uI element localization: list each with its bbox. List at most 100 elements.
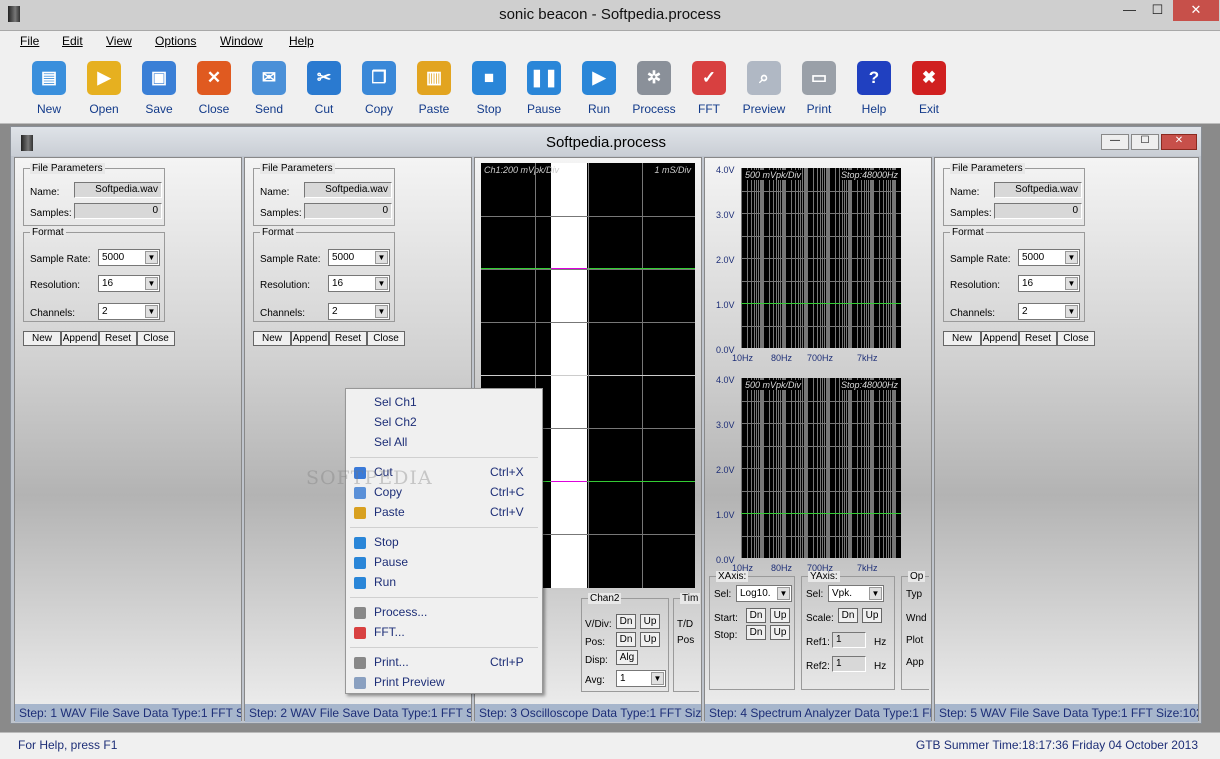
cut-button[interactable]: ✂ Cut (298, 57, 350, 123)
start-up-button[interactable]: Up (770, 608, 790, 623)
process-button[interactable]: ✲ Process (628, 57, 680, 123)
samples-field[interactable]: 0 (74, 203, 162, 219)
stop-button[interactable]: ■ Stop (463, 57, 515, 123)
mdi-minimize-button[interactable]: — (1101, 134, 1129, 150)
help-button[interactable]: ? Help (848, 57, 900, 123)
pos-up-button[interactable]: Up (640, 632, 660, 647)
close-file-button[interactable]: Close (367, 331, 405, 346)
mdi-close-button[interactable]: ✕ (1161, 134, 1197, 150)
menu-window[interactable]: Window (220, 34, 263, 48)
menu-view[interactable]: View (106, 34, 132, 48)
stop-dn-button[interactable]: Dn (746, 625, 766, 640)
exit-button[interactable]: ✖ Exit (903, 57, 955, 123)
ctx-item-process[interactable]: Process... (374, 605, 427, 619)
sample-rate-select[interactable]: 5000 ▼ (328, 249, 390, 266)
close-file-button[interactable]: Close (137, 331, 175, 346)
format-group: Format Sample Rate: 5000 ▼ Resolution: 16 ▼ Cha… (943, 227, 1085, 322)
pause-icon: ❚❚ (527, 61, 561, 95)
close-icon: ✕ (197, 61, 231, 95)
copy-button[interactable]: ❐ Copy (353, 57, 405, 123)
name-field[interactable]: Softpedia.wav (304, 182, 392, 198)
spectrum-plot-2[interactable]: 500 mVpk/Div Stop:48000Hz (741, 378, 901, 558)
append-file-button[interactable]: Append (981, 331, 1019, 346)
menu-edit[interactable]: Edit (62, 34, 83, 48)
channels-select[interactable]: 2 ▼ (98, 303, 160, 320)
spectrum-plot-1[interactable]: 500 mVpk/Div Stop:48000Hz (741, 168, 901, 348)
ref1-field[interactable]: 1 (832, 632, 866, 648)
reset-file-button[interactable]: Reset (99, 331, 137, 346)
ctx-item-print-preview[interactable]: Print Preview (374, 675, 445, 689)
window-label: Wnd (906, 613, 927, 624)
close-button[interactable]: ✕ Close (188, 57, 240, 123)
samples-field[interactable]: 0 (304, 203, 392, 219)
ctx-item-fft[interactable]: FFT... (374, 625, 405, 639)
open-button[interactable]: ▶ Open (78, 57, 130, 123)
save-button[interactable]: ▣ Save (133, 57, 185, 123)
resolution-select[interactable]: 16 ▼ (1018, 275, 1080, 292)
x-tick-label: 700Hz (807, 353, 834, 363)
vdiv-up-button[interactable]: Up (640, 614, 660, 629)
scale-dn-button[interactable]: Dn (838, 608, 858, 623)
append-file-button[interactable]: Append (291, 331, 329, 346)
new-file-button[interactable]: New (253, 331, 291, 346)
avg-select[interactable]: 1 ▼ (616, 670, 666, 687)
name-field[interactable]: Softpedia.wav (994, 182, 1082, 198)
print-button[interactable]: ▭ Print (793, 57, 845, 123)
run-button[interactable]: ▶ Run (573, 57, 625, 123)
preview-button[interactable]: ⌕ Preview (738, 57, 790, 123)
vdiv-dn-button[interactable]: Dn (616, 614, 636, 629)
sample-rate-select[interactable]: 5000 ▼ (98, 249, 160, 266)
menu-help[interactable]: Help (289, 34, 314, 48)
close-window-button[interactable]: ✕ (1173, 0, 1219, 21)
send-button[interactable]: ✉ Send (243, 57, 295, 123)
resolution-select[interactable]: 16 ▼ (98, 275, 160, 292)
ctx-item-stop[interactable]: Stop (374, 535, 399, 549)
ctx-shortcut: Ctrl+C (490, 485, 525, 499)
scale-up-button[interactable]: Up (862, 608, 882, 623)
ctx-item-pause[interactable]: Pause (374, 555, 408, 569)
ctx-item-sel-ch2[interactable]: Sel Ch2 (374, 415, 417, 429)
new-button[interactable]: ▤ New (23, 57, 75, 123)
stop-up-button[interactable]: Up (770, 625, 790, 640)
append-file-button[interactable]: Append (61, 331, 99, 346)
close-file-button[interactable]: Close (1057, 331, 1095, 346)
samples-field[interactable]: 0 (994, 203, 1082, 219)
xaxis-select[interactable]: Log10. ▼ (736, 585, 792, 602)
new-file-button[interactable]: New (943, 331, 981, 346)
channels-select[interactable]: 2 ▼ (1018, 303, 1080, 320)
resolution-select[interactable]: 16 ▼ (328, 275, 390, 292)
step-status: Step: 5 WAV File Save Data Type:1 FFT Si… (935, 704, 1198, 722)
ref2-field[interactable]: 1 (832, 656, 866, 672)
menu-options[interactable]: Options (155, 34, 196, 48)
ctx-item-run[interactable]: Run (374, 575, 396, 589)
name-field[interactable]: Softpedia.wav (74, 182, 162, 198)
sample-rate-label: Sample Rate: (30, 254, 91, 265)
reset-file-button[interactable]: Reset (329, 331, 367, 346)
sample-rate-select[interactable]: 5000 ▼ (1018, 249, 1080, 266)
ctx-item-print[interactable]: Print... (374, 655, 409, 669)
format-label: Format (30, 227, 66, 238)
start-dn-button[interactable]: Dn (746, 608, 766, 623)
yaxis-select[interactable]: Vpk. ▼ (828, 585, 884, 602)
maximize-button[interactable]: ☐ (1144, 0, 1171, 21)
reset-file-button[interactable]: Reset (1019, 331, 1057, 346)
new-file-button[interactable]: New (23, 331, 61, 346)
ctx-shortcut: Ctrl+V (490, 505, 524, 519)
ctx-item-sel-all[interactable]: Sel All (374, 435, 407, 449)
format-label: Format (260, 227, 296, 238)
ref1-unit: Hz (874, 637, 887, 648)
mdi-maximize-button[interactable]: ☐ (1131, 134, 1159, 150)
disp-alg-button[interactable]: Alg (616, 650, 638, 665)
fft-button[interactable]: ✓ FFT (683, 57, 735, 123)
paste-button[interactable]: ▥ Paste (408, 57, 460, 123)
toolbar-label: Send (254, 102, 284, 116)
channels-select[interactable]: 2 ▼ (328, 303, 390, 320)
menu-file[interactable]: File (20, 34, 39, 48)
spectrum-gridline (741, 235, 901, 237)
minimize-button[interactable]: — (1116, 0, 1143, 21)
pos-dn-button[interactable]: Dn (616, 632, 636, 647)
wav-panel-1: File Parameters Name: Softpedia.wav Samples… (14, 157, 242, 722)
pause-button[interactable]: ❚❚ Pause (518, 57, 570, 123)
ctx-item-sel-ch1[interactable]: Sel Ch1 (374, 395, 417, 409)
ctx-item-paste[interactable]: Paste (374, 505, 405, 519)
